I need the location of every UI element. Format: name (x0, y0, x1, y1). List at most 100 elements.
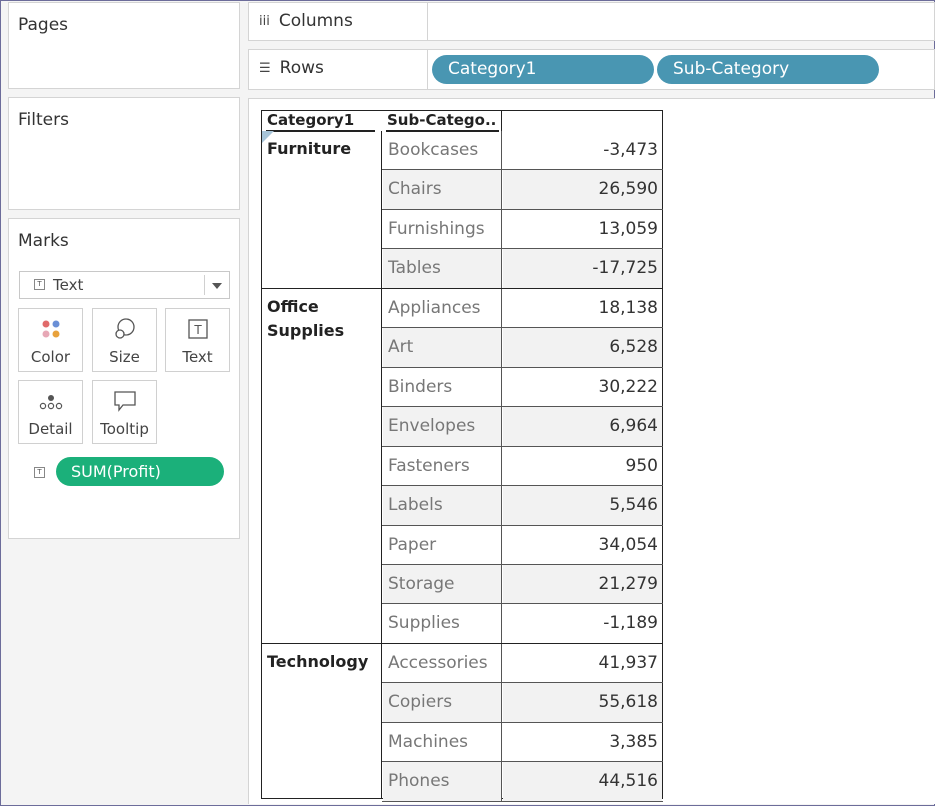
color-button[interactable]: Color (18, 308, 83, 372)
filters-card[interactable]: Filters (8, 97, 240, 210)
columns-shelf[interactable]: iii Columns (248, 2, 935, 41)
profit-value-cell[interactable]: 6,528 (503, 328, 662, 368)
crosstab-table: Category1 Sub-Catego.. Furniture Bookcase… (261, 110, 663, 802)
columns-label: Columns (278, 11, 353, 31)
text-button[interactable]: T Text (165, 308, 230, 372)
sub-category-cell[interactable]: Accessories (383, 644, 502, 683)
size-button[interactable]: Size (92, 308, 157, 372)
profit-value-cell[interactable]: -3,473 (503, 131, 662, 170)
value-pane-divider (501, 367, 502, 408)
category-cell[interactable]: Office Supplies (267, 295, 377, 343)
rows-shelf-label: ☰ Rows (259, 58, 324, 78)
text-button-label: Text (182, 348, 213, 366)
value-pane-divider (501, 407, 502, 447)
value-pane-divider (501, 446, 502, 487)
color-button-label: Color (30, 348, 71, 366)
sub-category-cell[interactable]: Labels (383, 486, 502, 526)
rows-icon: ☰ (259, 60, 271, 76)
profit-value-cell[interactable]: 13,059 (503, 210, 662, 249)
value-pane-divider (501, 209, 502, 250)
profit-value-cell[interactable]: -1,189 (503, 604, 662, 643)
color-icon (19, 317, 82, 341)
value-pane-divider (501, 564, 502, 605)
text-mark-icon: T (34, 279, 45, 290)
category-cell[interactable]: Furniture (267, 137, 377, 161)
profit-value-cell[interactable]: 34,054 (503, 526, 662, 565)
marks-card: Marks T Text Color Size T Text Detail To… (8, 218, 240, 539)
profit-value-cell[interactable]: 41,937 (503, 644, 662, 683)
sum-profit-pill[interactable]: SUM(Profit) (56, 457, 224, 486)
profit-value-cell[interactable]: -17,725 (503, 249, 662, 289)
text-encoding-icon: T (34, 467, 45, 478)
tooltip-button[interactable]: Tooltip (92, 380, 157, 444)
dropdown-separator (204, 275, 205, 295)
header-underline (266, 130, 375, 132)
sub-category-cell[interactable]: Copiers (383, 683, 502, 723)
sub-category-cell[interactable]: Chairs (383, 170, 502, 210)
svg-text:T: T (193, 323, 202, 337)
category-cell[interactable]: Technology (267, 650, 377, 674)
value-pane-divider (501, 288, 502, 329)
profit-value-cell[interactable]: 55,618 (503, 683, 662, 723)
mark-type-dropdown[interactable]: T Text (19, 271, 230, 299)
profit-value-cell[interactable]: 44,516 (503, 762, 662, 802)
value-pane-divider (501, 170, 502, 210)
profit-value-cell[interactable]: 6,964 (503, 407, 662, 447)
profit-value-cell[interactable]: 18,138 (503, 289, 662, 328)
sub-category-cell[interactable]: Fasteners (383, 447, 502, 486)
value-pane-divider (501, 762, 502, 802)
columns-shelf-label: iii Columns (259, 11, 353, 31)
marks-title: Marks (18, 231, 69, 251)
tooltip-icon (93, 389, 156, 413)
sub-category-cell[interactable]: Supplies (383, 604, 502, 643)
sub-category-cell[interactable]: Bookcases (383, 131, 502, 170)
columns-icon: iii (259, 13, 270, 29)
tooltip-button-label: Tooltip (100, 420, 149, 438)
value-pane-divider (501, 525, 502, 565)
category-pane-divider (381, 131, 382, 798)
size-button-label: Size (109, 348, 140, 366)
text-icon: T (166, 317, 229, 341)
filters-title: Filters (18, 110, 69, 130)
value-pane-divider (501, 683, 502, 723)
sub-category-cell[interactable]: Binders (383, 368, 502, 407)
detail-button[interactable]: Detail (18, 380, 83, 444)
sub-category-cell[interactable]: Paper (383, 526, 502, 565)
value-pane-divider (501, 643, 502, 684)
sub-category-header[interactable]: Sub-Catego.. (382, 111, 502, 131)
category1-header[interactable]: Category1 (262, 111, 382, 131)
rows-label: Rows (279, 58, 324, 78)
sub-category-cell[interactable]: Art (383, 328, 502, 368)
value-pane-divider (501, 328, 502, 368)
size-icon (93, 317, 156, 341)
chevron-down-icon[interactable] (212, 283, 222, 289)
rows-shelf[interactable]: ☰ Rows Category1 Sub-Category (248, 49, 935, 90)
sub-category-cell[interactable]: Envelopes (383, 407, 502, 447)
value-pane-divider (501, 486, 502, 526)
value-pane-divider (501, 249, 502, 289)
sub-category-cell[interactable]: Phones (383, 762, 502, 802)
sub-category-pill[interactable]: Sub-Category (657, 55, 879, 84)
sub-category-cell[interactable]: Appliances (383, 289, 502, 328)
value-pane-divider (501, 131, 502, 171)
profit-value-cell[interactable]: 30,222 (503, 368, 662, 407)
sub-category-cell[interactable]: Storage (383, 564, 502, 604)
category1-pill[interactable]: Category1 (432, 55, 654, 84)
shelf-divider (427, 3, 428, 40)
sub-category-cell[interactable]: Tables (383, 249, 502, 289)
detail-button-label: Detail (28, 420, 73, 438)
row-divider (382, 800, 663, 802)
detail-icon (19, 389, 82, 413)
profit-value-cell[interactable]: 26,590 (503, 170, 662, 210)
sub-category-cell[interactable]: Furnishings (383, 210, 502, 249)
header-divider (501, 111, 502, 131)
sub-category-cell[interactable]: Machines (383, 723, 502, 762)
pages-card[interactable]: Pages (8, 2, 240, 89)
profit-value-cell[interactable]: 5,546 (503, 486, 662, 526)
mark-type-label: Text (53, 276, 84, 294)
pages-title: Pages (18, 15, 69, 35)
profit-value-cell[interactable]: 3,385 (503, 723, 662, 762)
value-pane-divider (501, 722, 502, 763)
profit-value-cell[interactable]: 21,279 (503, 564, 662, 604)
profit-value-cell[interactable]: 950 (503, 447, 662, 486)
